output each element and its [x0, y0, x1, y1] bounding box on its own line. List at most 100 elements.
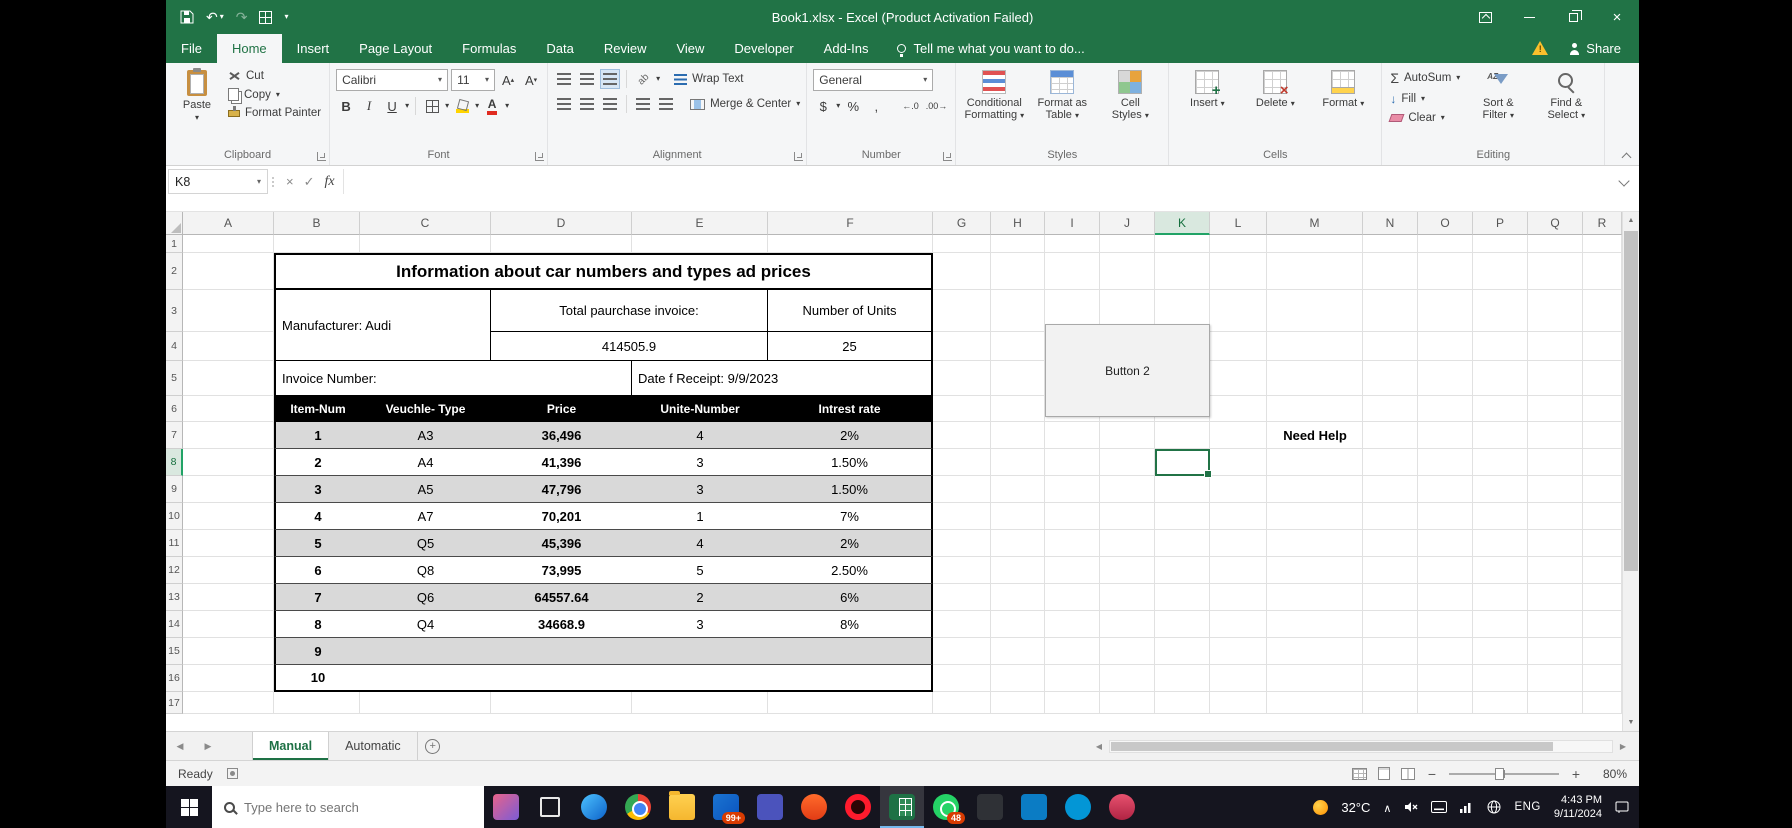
brave-icon[interactable]: [792, 786, 836, 828]
cell[interactable]: [1418, 235, 1473, 253]
cell[interactable]: [1418, 290, 1473, 332]
row-header-16[interactable]: 16: [166, 665, 183, 692]
cell[interactable]: [1045, 584, 1100, 611]
selected-cell-K8[interactable]: [1155, 449, 1210, 476]
table-cell-r9c4[interactable]: 3: [632, 476, 768, 503]
alignment-dialog-launcher[interactable]: [794, 152, 803, 161]
tab-developer[interactable]: Developer: [719, 34, 808, 63]
hidden-icons-chevron[interactable]: ∧: [1383, 802, 1391, 815]
weather-icon[interactable]: [1313, 800, 1328, 815]
cell[interactable]: [1528, 449, 1583, 476]
cell[interactable]: [933, 235, 991, 253]
column-header-I[interactable]: I: [1045, 212, 1100, 235]
cell[interactable]: [1418, 396, 1473, 422]
font-dialog-launcher[interactable]: [535, 152, 544, 161]
formula-bar-splitter[interactable]: [268, 177, 278, 187]
language-indicator[interactable]: ENG: [1514, 801, 1540, 813]
font-size-select[interactable]: 11▾: [451, 69, 495, 91]
table-cell-r13c1[interactable]: 7: [274, 584, 360, 611]
cell[interactable]: [183, 557, 274, 584]
name-box-dropdown-icon[interactable]: ▾: [257, 178, 261, 186]
cell[interactable]: [1418, 253, 1473, 290]
cell[interactable]: [1473, 290, 1528, 332]
vscode-icon[interactable]: [1012, 786, 1056, 828]
table-cell-r14c3[interactable]: 34668.9: [491, 611, 632, 638]
tab-formulas[interactable]: Formulas: [447, 34, 531, 63]
cell[interactable]: [1045, 235, 1100, 253]
cell[interactable]: [183, 503, 274, 530]
cell[interactable]: [183, 290, 274, 332]
cell[interactable]: [991, 253, 1045, 290]
table-cell-r7c5[interactable]: 2%: [768, 422, 933, 449]
select-all-corner[interactable]: [166, 212, 183, 235]
middle-align-button[interactable]: [577, 69, 597, 89]
cell[interactable]: [933, 476, 991, 503]
excel-taskbar-icon[interactable]: [880, 786, 924, 828]
cell[interactable]: [1267, 692, 1363, 714]
row-header-3[interactable]: 3: [166, 290, 183, 332]
invoice-number-cell[interactable]: Invoice Number:: [274, 361, 632, 396]
insert-cells-button[interactable]: Insert ▾: [1175, 66, 1239, 109]
save-button[interactable]: [180, 10, 194, 24]
undo-dropdown-icon[interactable]: ▾: [220, 13, 224, 21]
decrease-decimal-button[interactable]: .00→: [924, 96, 950, 116]
cell[interactable]: [1528, 290, 1583, 332]
table-cell-r10c4[interactable]: 1: [632, 503, 768, 530]
row-header-10[interactable]: 10: [166, 503, 183, 530]
cell[interactable]: [1155, 557, 1210, 584]
internet-access-icon[interactable]: [1487, 800, 1501, 814]
format-painter-button[interactable]: Format Painter: [226, 106, 323, 120]
cell[interactable]: [1528, 530, 1583, 557]
table-cell-r12c5[interactable]: 2.50%: [768, 557, 933, 584]
top-align-button[interactable]: [554, 69, 574, 89]
number-dialog-launcher[interactable]: [943, 152, 952, 161]
cell[interactable]: [1155, 638, 1210, 665]
cell[interactable]: [1418, 611, 1473, 638]
cell[interactable]: [1267, 503, 1363, 530]
column-header-Q[interactable]: Q: [1528, 212, 1583, 235]
table-cell-r7c3[interactable]: 36,496: [491, 422, 632, 449]
row-header-1[interactable]: 1: [166, 235, 183, 253]
fill-color-dropdown-icon[interactable]: ▾: [475, 102, 479, 110]
total-invoice-value-cell[interactable]: 414505.9: [491, 332, 768, 361]
cell[interactable]: [768, 692, 933, 714]
cell[interactable]: [933, 584, 991, 611]
cell[interactable]: [991, 290, 1045, 332]
column-header-M[interactable]: M: [1267, 212, 1363, 235]
undo-button[interactable]: ↶▾: [206, 9, 224, 26]
cell[interactable]: [1045, 665, 1100, 692]
row-header-9[interactable]: 9: [166, 476, 183, 503]
borders-dropdown-icon[interactable]: ▾: [445, 102, 449, 110]
units-label-cell[interactable]: Number of Units: [768, 290, 933, 332]
center-button[interactable]: [577, 94, 597, 114]
number-format-select[interactable]: General▾: [813, 69, 933, 91]
cell[interactable]: [933, 557, 991, 584]
folder-icon[interactable]: [660, 786, 704, 828]
tab-home[interactable]: Home: [217, 34, 282, 63]
column-header-O[interactable]: O: [1418, 212, 1473, 235]
cell[interactable]: [632, 692, 768, 714]
scroll-down-button[interactable]: ▼: [1623, 714, 1639, 731]
table-cell-r16c2[interactable]: [360, 665, 491, 692]
cell[interactable]: [1363, 665, 1418, 692]
table-cell-r16c4[interactable]: [632, 665, 768, 692]
cell[interactable]: [1267, 476, 1363, 503]
opera-icon[interactable]: [836, 786, 880, 828]
table-cell-r12c1[interactable]: 6: [274, 557, 360, 584]
cell[interactable]: [1583, 557, 1622, 584]
tab-view[interactable]: View: [661, 34, 719, 63]
cell[interactable]: [1155, 530, 1210, 557]
cell[interactable]: [1583, 396, 1622, 422]
comma-style-button[interactable]: ,: [866, 96, 886, 116]
table-cell-r15c3[interactable]: [491, 638, 632, 665]
row-header-13[interactable]: 13: [166, 584, 183, 611]
cell[interactable]: [1363, 557, 1418, 584]
table-header-2[interactable]: Veuchle- Type: [360, 396, 491, 422]
format-cells-button[interactable]: Format ▾: [1311, 66, 1375, 109]
cell[interactable]: [1528, 638, 1583, 665]
horizontal-scrollbar[interactable]: ◀ ▶: [1091, 732, 1639, 760]
table-cell-r8c4[interactable]: 3: [632, 449, 768, 476]
underline-button[interactable]: U: [382, 96, 402, 116]
cell[interactable]: [1100, 503, 1155, 530]
table-cell-r14c1[interactable]: 8: [274, 611, 360, 638]
